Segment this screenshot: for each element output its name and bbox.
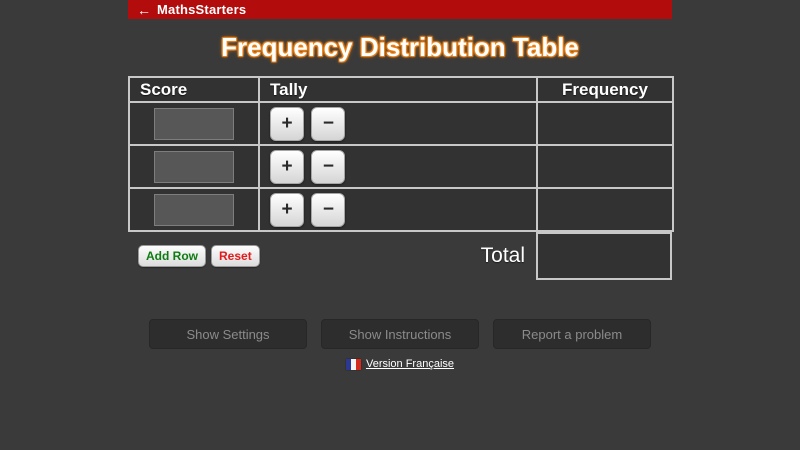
report-problem-button[interactable]: Report a problem [493,319,651,349]
table-row: + − [128,187,674,232]
score-input[interactable] [154,193,234,226]
minus-icon: − [322,156,334,177]
add-row-button[interactable]: Add Row [138,245,206,267]
brand-label: MathsStarters [157,2,247,17]
column-header-frequency: Frequency [536,76,674,103]
tally-minus-button[interactable]: − [311,149,346,184]
tally-plus-button[interactable]: + [270,192,304,227]
tally-plus-button[interactable]: + [270,149,304,184]
table-row: + − [128,101,674,146]
minus-icon: − [322,199,334,220]
table-row: + − [128,144,674,189]
back-arrow-icon: ← [137,1,151,18]
show-instructions-button[interactable]: Show Instructions [321,319,479,349]
total-label: Total [480,244,525,267]
frequency-cell [536,101,674,146]
tally-cell: + − [258,144,538,189]
french-flag-icon [345,358,361,370]
reset-button[interactable]: Reset [211,245,260,267]
frequency-table: Score Tally Frequency + − + − + − [128,76,674,232]
minus-icon: − [322,113,334,134]
score-cell [128,101,260,146]
footer-buttons: Show Settings Show Instructions Report a… [128,319,672,349]
score-cell [128,144,260,189]
table-header-row: Score Tally Frequency [128,76,674,103]
tally-cell: + − [258,187,538,232]
frequency-cell [536,187,674,232]
score-input[interactable] [154,150,234,183]
page-title: Frequency Distribution Table [221,32,579,62]
language-row: Version Française [128,358,672,370]
column-header-score: Score [128,76,260,103]
french-version-link[interactable]: Version Française [366,358,454,370]
plus-icon: + [281,156,293,177]
back-link[interactable]: ← MathsStarters [128,0,672,19]
total-value-cell [536,232,672,280]
tally-cell: + − [258,101,538,146]
score-cell [128,187,260,232]
tally-plus-button[interactable]: + [270,106,304,141]
tally-minus-button[interactable]: − [311,192,346,227]
total-row: Add Row Reset Total [128,232,672,280]
score-input[interactable] [154,107,234,140]
show-settings-button[interactable]: Show Settings [149,319,307,349]
tally-minus-button[interactable]: − [311,106,346,141]
plus-icon: + [281,199,293,220]
column-header-tally: Tally [258,76,538,103]
app-container: ← MathsStarters Frequency Distribution T… [128,0,674,370]
frequency-cell [536,144,674,189]
plus-icon: + [281,113,293,134]
